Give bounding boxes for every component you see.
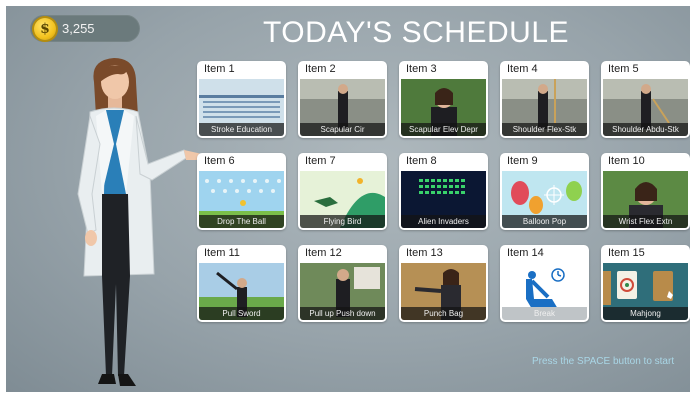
card-caption: Pull up Push down [300, 307, 385, 320]
therapist-avatar [77, 58, 202, 386]
card-label: Item 2 [305, 63, 336, 75]
card-caption: Pull Sword [199, 307, 284, 320]
card-label: Item 7 [305, 155, 336, 167]
schedule-card-11[interactable]: Item 11 Pull Sword [197, 245, 286, 322]
card-caption: Shoulder Abdu-Stk [603, 123, 688, 136]
card-caption: Stroke Education [199, 123, 284, 136]
card-label: Item 3 [406, 63, 437, 75]
coin-amount: 3,255 [62, 21, 95, 36]
card-label: Item 13 [406, 247, 443, 259]
schedule-card-9[interactable]: Item 9 Balloon Pop [500, 153, 589, 230]
card-label: Item 1 [204, 63, 235, 75]
shoulder-flex-stk-thumbnail: Shoulder Flex-Stk [502, 79, 587, 136]
card-caption: Balloon Pop [502, 215, 587, 228]
card-caption: Mahjong [603, 307, 688, 320]
dollar-coin-icon: $ [34, 17, 56, 40]
card-label: Item 5 [608, 63, 639, 75]
card-label: Item 12 [305, 247, 342, 259]
break-thumbnail: Break [502, 263, 587, 320]
card-caption: Scapular Cir [300, 123, 385, 136]
schedule-card-15[interactable]: Item 15 Mahjong [601, 245, 690, 322]
schedule-card-3[interactable]: Item 3 Scapular Elev Depr [399, 61, 488, 138]
card-caption: Flying Bird [300, 215, 385, 228]
card-caption: Scapular Elev Depr [401, 123, 486, 136]
mahjong-thumbnail: Mahjong [603, 263, 688, 320]
scapular-elev-depr-thumbnail: Scapular Elev Depr [401, 79, 486, 136]
card-label: Item 15 [608, 247, 645, 259]
card-caption: Wrist Flex Extn [603, 215, 688, 228]
card-caption: Alien Invaders [401, 215, 486, 228]
schedule-card-12[interactable]: Item 12 Pull up Push down [298, 245, 387, 322]
schedule-card-2[interactable]: Item 2 Scapular Cir [298, 61, 387, 138]
page-title: TODAY'S SCHEDULE [262, 16, 570, 49]
schedule-card-8[interactable]: Item 8 Alien Invaders [399, 153, 488, 230]
flying-bird-thumbnail: Flying Bird [300, 171, 385, 228]
card-caption: Punch Bag [401, 307, 486, 320]
punch-bag-thumbnail: Punch Bag [401, 263, 486, 320]
schedule-card-1[interactable]: Item 1 Stroke Education [197, 61, 286, 138]
schedule-card-7[interactable]: Item 7 Flying Bird [298, 153, 387, 230]
card-label: Item 11 [204, 247, 240, 259]
schedule-card-10[interactable]: Item 10 Wrist Flex Extn [601, 153, 690, 230]
drop-the-ball-thumbnail: Drop The Ball [199, 171, 284, 228]
card-label: Item 14 [507, 247, 544, 259]
wrist-flex-extn-thumbnail: Wrist Flex Extn [603, 171, 688, 228]
shoulder-abdu-stk-thumbnail: Shoulder Abdu-Stk [603, 79, 688, 136]
stroke-education-thumbnail: Stroke Education [199, 79, 284, 136]
schedule-card-5[interactable]: Item 5 Shoulder Abdu-Stk [601, 61, 690, 138]
card-label: Item 9 [507, 155, 538, 167]
pull-up-push-down-thumbnail: Pull up Push down [300, 263, 385, 320]
scapular-cir-thumbnail: Scapular Cir [300, 79, 385, 136]
alien-invaders-thumbnail: Alien Invaders [401, 171, 486, 228]
balloon-pop-thumbnail: Balloon Pop [502, 171, 587, 228]
start-hint: Press the SPACE button to start [532, 356, 675, 367]
card-caption: Shoulder Flex-Stk [502, 123, 587, 136]
schedule-card-14[interactable]: Item 14 Break [500, 245, 589, 322]
schedule-card-6[interactable]: Item 6 Drop The Ball [197, 153, 286, 230]
card-label: Item 4 [507, 63, 538, 75]
coin-counter: $ 3,255 [30, 15, 140, 42]
card-caption: Break [502, 307, 587, 320]
game-screen: $ 3,255 TODAY'S SCHEDULE Item 1 Stroke E… [6, 6, 690, 392]
schedule-card-4[interactable]: Item 4 Shoulder Flex-Stk [500, 61, 589, 138]
card-label: Item 6 [204, 155, 235, 167]
card-label: Item 10 [608, 155, 645, 167]
card-label: Item 8 [406, 155, 437, 167]
card-caption: Drop The Ball [199, 215, 284, 228]
schedule-card-13[interactable]: Item 13 Punch Bag [399, 245, 488, 322]
pull-sword-thumbnail: Pull Sword [199, 263, 284, 320]
